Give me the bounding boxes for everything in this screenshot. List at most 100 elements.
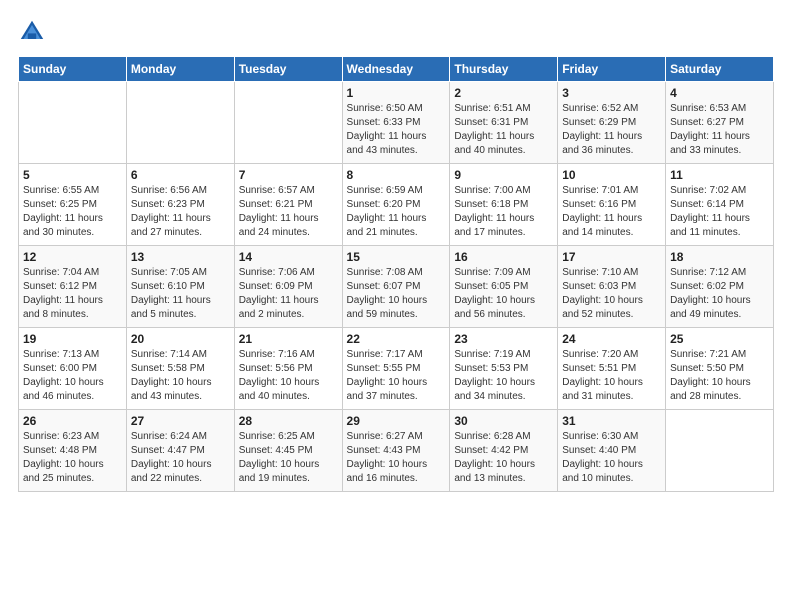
calendar-cell xyxy=(126,82,234,164)
calendar-cell: 21 Sunrise: 7:16 AM Sunset: 5:56 PM Dayli… xyxy=(234,328,342,410)
day-info: Sunrise: 6:57 AM Sunset: 6:21 PM Dayligh… xyxy=(239,184,338,240)
calendar-cell: 15 Sunrise: 7:08 AM Sunset: 6:07 PM Dayli… xyxy=(342,246,450,328)
calendar-cell: 30 Sunrise: 6:28 AM Sunset: 4:42 PM Dayli… xyxy=(450,410,558,492)
day-number: 10 xyxy=(562,168,661,182)
weekday-header-cell: Saturday xyxy=(666,57,774,82)
day-number: 20 xyxy=(131,332,230,346)
day-info: Sunrise: 6:56 AM Sunset: 6:23 PM Dayligh… xyxy=(131,184,230,240)
day-number: 18 xyxy=(670,250,769,264)
day-info: Sunrise: 6:53 AM Sunset: 6:27 PM Dayligh… xyxy=(670,102,769,158)
calendar-week-row: 19 Sunrise: 7:13 AM Sunset: 6:00 PM Dayli… xyxy=(19,328,774,410)
day-number: 13 xyxy=(131,250,230,264)
calendar-cell: 8 Sunrise: 6:59 AM Sunset: 6:20 PM Daylig… xyxy=(342,164,450,246)
calendar-cell: 28 Sunrise: 6:25 AM Sunset: 4:45 PM Dayli… xyxy=(234,410,342,492)
calendar-table: SundayMondayTuesdayWednesdayThursdayFrid… xyxy=(18,56,774,492)
calendar-week-row: 12Sunrise: 7:04 AM Sunset: 6:12 PM Dayli… xyxy=(19,246,774,328)
day-info: Sunrise: 7:12 AM Sunset: 6:02 PM Dayligh… xyxy=(670,266,769,322)
day-info: Sunrise: 7:20 AM Sunset: 5:51 PM Dayligh… xyxy=(562,348,661,404)
day-number: 30 xyxy=(454,414,553,428)
calendar-cell: 27 Sunrise: 6:24 AM Sunset: 4:47 PM Dayli… xyxy=(126,410,234,492)
day-info: Sunrise: 6:25 AM Sunset: 4:45 PM Dayligh… xyxy=(239,430,338,486)
calendar-cell xyxy=(19,82,127,164)
day-info: Sunrise: 6:23 AM Sunset: 4:48 PM Dayligh… xyxy=(23,430,122,486)
day-info: Sunrise: 7:09 AM Sunset: 6:05 PM Dayligh… xyxy=(454,266,553,322)
day-info: Sunrise: 7:16 AM Sunset: 5:56 PM Dayligh… xyxy=(239,348,338,404)
calendar-cell xyxy=(666,410,774,492)
calendar-cell: 12Sunrise: 7:04 AM Sunset: 6:12 PM Dayli… xyxy=(19,246,127,328)
day-info: Sunrise: 7:02 AM Sunset: 6:14 PM Dayligh… xyxy=(670,184,769,240)
calendar-cell: 13 Sunrise: 7:05 AM Sunset: 6:10 PM Dayli… xyxy=(126,246,234,328)
calendar-cell xyxy=(234,82,342,164)
calendar-cell: 23Sunrise: 7:19 AM Sunset: 5:53 PM Dayli… xyxy=(450,328,558,410)
day-info: Sunrise: 7:00 AM Sunset: 6:18 PM Dayligh… xyxy=(454,184,553,240)
day-number: 28 xyxy=(239,414,338,428)
day-info: Sunrise: 7:19 AM Sunset: 5:53 PM Dayligh… xyxy=(454,348,553,404)
day-number: 19 xyxy=(23,332,122,346)
day-info: Sunrise: 6:28 AM Sunset: 4:42 PM Dayligh… xyxy=(454,430,553,486)
day-number: 5 xyxy=(23,168,122,182)
day-number: 6 xyxy=(131,168,230,182)
weekday-header-cell: Monday xyxy=(126,57,234,82)
calendar-cell: 19 Sunrise: 7:13 AM Sunset: 6:00 PM Dayli… xyxy=(19,328,127,410)
calendar-body: 1 Sunrise: 6:50 AM Sunset: 6:33 PM Daylig… xyxy=(19,82,774,492)
day-number: 27 xyxy=(131,414,230,428)
logo xyxy=(18,18,50,46)
day-info: Sunrise: 7:05 AM Sunset: 6:10 PM Dayligh… xyxy=(131,266,230,322)
calendar-cell: 18 Sunrise: 7:12 AM Sunset: 6:02 PM Dayli… xyxy=(666,246,774,328)
day-number: 1 xyxy=(347,86,446,100)
calendar-week-row: 5 Sunrise: 6:55 AM Sunset: 6:25 PM Daylig… xyxy=(19,164,774,246)
page: SundayMondayTuesdayWednesdayThursdayFrid… xyxy=(0,0,792,502)
day-number: 8 xyxy=(347,168,446,182)
calendar-cell: 17 Sunrise: 7:10 AM Sunset: 6:03 PM Dayli… xyxy=(558,246,666,328)
calendar-cell: 4 Sunrise: 6:53 AM Sunset: 6:27 PM Daylig… xyxy=(666,82,774,164)
calendar-cell: 2Sunrise: 6:51 AM Sunset: 6:31 PM Daylig… xyxy=(450,82,558,164)
day-number: 14 xyxy=(239,250,338,264)
day-number: 9 xyxy=(454,168,553,182)
day-info: Sunrise: 7:21 AM Sunset: 5:50 PM Dayligh… xyxy=(670,348,769,404)
day-number: 31 xyxy=(562,414,661,428)
day-number: 29 xyxy=(347,414,446,428)
day-number: 24 xyxy=(562,332,661,346)
day-number: 26 xyxy=(23,414,122,428)
day-number: 25 xyxy=(670,332,769,346)
calendar-cell: 6 Sunrise: 6:56 AM Sunset: 6:23 PM Daylig… xyxy=(126,164,234,246)
day-info: Sunrise: 6:24 AM Sunset: 4:47 PM Dayligh… xyxy=(131,430,230,486)
calendar-cell: 14 Sunrise: 7:06 AM Sunset: 6:09 PM Dayli… xyxy=(234,246,342,328)
calendar-week-row: 26 Sunrise: 6:23 AM Sunset: 4:48 PM Dayli… xyxy=(19,410,774,492)
calendar-cell: 3 Sunrise: 6:52 AM Sunset: 6:29 PM Daylig… xyxy=(558,82,666,164)
calendar-cell: 26 Sunrise: 6:23 AM Sunset: 4:48 PM Dayli… xyxy=(19,410,127,492)
day-number: 17 xyxy=(562,250,661,264)
day-info: Sunrise: 6:30 AM Sunset: 4:40 PM Dayligh… xyxy=(562,430,661,486)
day-info: Sunrise: 6:27 AM Sunset: 4:43 PM Dayligh… xyxy=(347,430,446,486)
calendar-cell: 1 Sunrise: 6:50 AM Sunset: 6:33 PM Daylig… xyxy=(342,82,450,164)
day-info: Sunrise: 7:14 AM Sunset: 5:58 PM Dayligh… xyxy=(131,348,230,404)
day-info: Sunrise: 7:13 AM Sunset: 6:00 PM Dayligh… xyxy=(23,348,122,404)
day-number: 4 xyxy=(670,86,769,100)
day-number: 15 xyxy=(347,250,446,264)
day-info: Sunrise: 7:08 AM Sunset: 6:07 PM Dayligh… xyxy=(347,266,446,322)
day-number: 7 xyxy=(239,168,338,182)
calendar-cell: 31 Sunrise: 6:30 AM Sunset: 4:40 PM Dayli… xyxy=(558,410,666,492)
day-number: 21 xyxy=(239,332,338,346)
weekday-header-cell: Wednesday xyxy=(342,57,450,82)
day-info: Sunrise: 6:55 AM Sunset: 6:25 PM Dayligh… xyxy=(23,184,122,240)
day-info: Sunrise: 6:52 AM Sunset: 6:29 PM Dayligh… xyxy=(562,102,661,158)
day-info: Sunrise: 7:17 AM Sunset: 5:55 PM Dayligh… xyxy=(347,348,446,404)
calendar-week-row: 1 Sunrise: 6:50 AM Sunset: 6:33 PM Daylig… xyxy=(19,82,774,164)
calendar-cell: 11 Sunrise: 7:02 AM Sunset: 6:14 PM Dayli… xyxy=(666,164,774,246)
calendar-cell: 20 Sunrise: 7:14 AM Sunset: 5:58 PM Dayli… xyxy=(126,328,234,410)
calendar-cell: 9 Sunrise: 7:00 AM Sunset: 6:18 PM Daylig… xyxy=(450,164,558,246)
day-number: 11 xyxy=(670,168,769,182)
day-info: Sunrise: 6:51 AM Sunset: 6:31 PM Dayligh… xyxy=(454,102,553,158)
weekday-header-cell: Sunday xyxy=(19,57,127,82)
weekday-header-cell: Tuesday xyxy=(234,57,342,82)
day-info: Sunrise: 7:06 AM Sunset: 6:09 PM Dayligh… xyxy=(239,266,338,322)
weekday-header-cell: Thursday xyxy=(450,57,558,82)
day-info: Sunrise: 7:10 AM Sunset: 6:03 PM Dayligh… xyxy=(562,266,661,322)
day-info: Sunrise: 6:50 AM Sunset: 6:33 PM Dayligh… xyxy=(347,102,446,158)
day-number: 3 xyxy=(562,86,661,100)
calendar-cell: 25 Sunrise: 7:21 AM Sunset: 5:50 PM Dayli… xyxy=(666,328,774,410)
calendar-cell: 22Sunrise: 7:17 AM Sunset: 5:55 PM Dayli… xyxy=(342,328,450,410)
day-info: Sunrise: 7:04 AM Sunset: 6:12 PM Dayligh… xyxy=(23,266,122,322)
day-info: Sunrise: 6:59 AM Sunset: 6:20 PM Dayligh… xyxy=(347,184,446,240)
